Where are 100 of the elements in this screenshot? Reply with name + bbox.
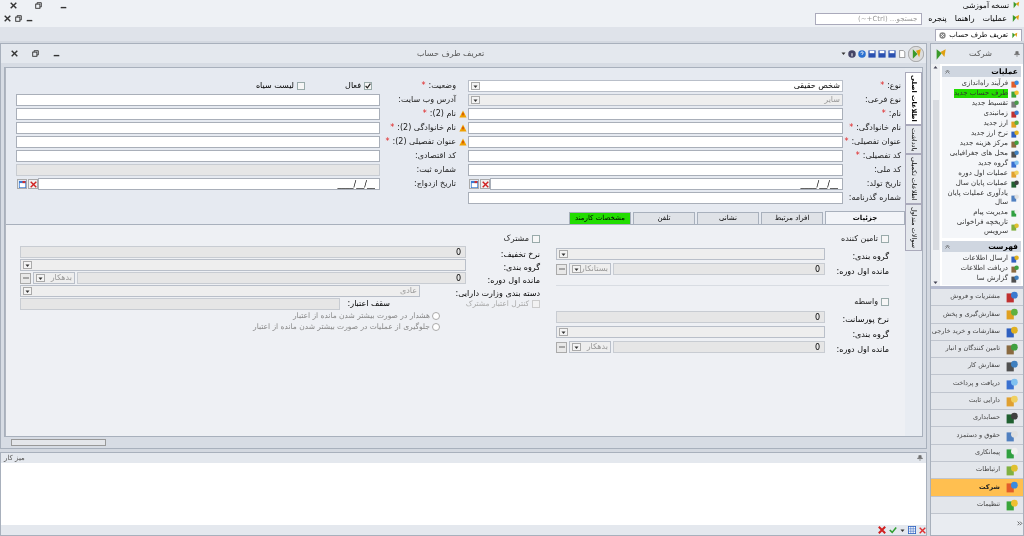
radio-button[interactable]	[432, 312, 440, 320]
caret-icon	[561, 329, 566, 335]
restore-icon[interactable]	[15, 15, 22, 22]
calendar-button[interactable]	[469, 179, 479, 189]
close-icon[interactable]	[10, 1, 17, 9]
checkbox[interactable]	[364, 82, 372, 90]
chevron-icon[interactable]	[1017, 521, 1023, 528]
field-label: آدرس وب سایت:	[398, 94, 456, 106]
field-label: تاریخ تولد:	[866, 178, 901, 190]
required-mark: *	[844, 136, 849, 148]
field-label: نوع:	[887, 80, 901, 92]
text-field[interactable]	[468, 122, 843, 134]
checkbox[interactable]	[297, 82, 306, 90]
caret-icon	[473, 97, 478, 103]
radio-button[interactable]	[432, 323, 440, 331]
info-icon[interactable]	[848, 49, 856, 58]
logo-icon	[1011, 14, 1020, 23]
caret-icon	[473, 83, 478, 89]
text-field[interactable]	[468, 136, 843, 148]
pin-icon[interactable]	[917, 455, 923, 461]
restore-icon[interactable]	[35, 1, 42, 9]
caret-icon	[561, 251, 566, 257]
field-label: تاریخ ازدواج:	[413, 178, 456, 190]
pin-icon[interactable]	[1014, 51, 1020, 57]
item-icon	[1006, 308, 1018, 321]
warning-icon	[459, 124, 467, 132]
checkbox[interactable]	[881, 298, 889, 306]
menu-item[interactable]: پنجره	[924, 12, 951, 25]
clear-button[interactable]	[28, 179, 38, 189]
required-mark: *	[385, 136, 390, 148]
more-button[interactable]	[20, 272, 31, 284]
window-title: تعریف طرف حساب	[416, 47, 485, 60]
required-mark: *	[849, 122, 854, 134]
field-label: نام خانوادگی:	[856, 122, 901, 134]
field-label: نوع فرعی:	[864, 94, 901, 106]
calendar-button[interactable]	[17, 179, 27, 189]
item-icon	[1006, 325, 1018, 338]
menu-item[interactable]: راهنما	[950, 12, 979, 25]
scrollbar[interactable]	[931, 64, 940, 286]
field-label: مانده اول دوره:	[836, 345, 889, 354]
text-field[interactable]	[468, 150, 843, 162]
date-field[interactable]: ____/__/__	[38, 178, 380, 190]
field-label: وضعیت:	[428, 80, 456, 92]
dropdown[interactable]: شخص حقیقی	[468, 80, 843, 92]
restore-icon[interactable]	[32, 50, 39, 57]
field-label: کد ملی:	[874, 164, 901, 176]
item-icon	[1006, 412, 1018, 425]
item-icon	[1006, 394, 1018, 407]
delete-icon[interactable]	[878, 526, 886, 534]
warning-icon	[459, 138, 467, 146]
more-button[interactable]	[556, 341, 567, 353]
required-mark: *	[390, 122, 395, 134]
field-label: عنوان تفصیلی:	[851, 136, 901, 148]
checkbox-label: لیست سیاه	[255, 80, 295, 92]
check-icon[interactable]	[889, 526, 897, 534]
text-field[interactable]	[468, 192, 843, 204]
item-icon	[1006, 343, 1018, 356]
text-field[interactable]	[16, 136, 380, 148]
grid-icon[interactable]	[908, 526, 916, 534]
item-icon	[1006, 291, 1018, 304]
checkbox[interactable]	[532, 235, 540, 243]
date-field[interactable]: ____/__/__	[490, 178, 843, 190]
checkbox-label: واسطه	[854, 296, 878, 308]
text-field[interactable]	[16, 122, 380, 134]
text-field[interactable]: 0	[613, 341, 825, 353]
help-icon[interactable]	[858, 49, 866, 58]
text-field[interactable]	[16, 94, 380, 106]
item-icon	[1006, 464, 1018, 477]
field-label: کد اقتصادی:	[415, 150, 456, 162]
item-icon	[1006, 429, 1018, 442]
horizontal-scrollbar[interactable]	[11, 439, 106, 446]
close-icon	[481, 180, 489, 188]
text-field[interactable]	[16, 108, 380, 120]
field-label: دسته بندی وزارت دارایی:	[455, 289, 540, 298]
more-button[interactable]	[556, 263, 567, 275]
save-icon[interactable]	[888, 49, 896, 58]
text-field[interactable]	[468, 164, 843, 176]
checkbox-label: تامین کننده	[840, 233, 878, 245]
item-icon	[1006, 377, 1018, 390]
field-label: نام (2):	[429, 108, 456, 120]
clear-button[interactable]	[480, 179, 490, 189]
menu-item[interactable]: عملیات	[978, 12, 1011, 25]
item-icon	[1006, 360, 1018, 373]
collapse-icon[interactable]	[945, 69, 950, 74]
close-icon[interactable]	[11, 50, 18, 57]
collapse-icon[interactable]	[945, 244, 950, 249]
save-icon[interactable]	[868, 49, 876, 58]
text-field[interactable]: 0	[613, 263, 825, 275]
text-field[interactable]	[16, 150, 380, 162]
field-label: سقف اعتبار:	[346, 298, 390, 310]
logo-icon	[1011, 32, 1018, 39]
field-label: شماره گذرنامه:	[848, 192, 901, 204]
required-mark: *	[880, 80, 885, 92]
logo-icon	[934, 47, 947, 61]
close-icon[interactable]	[4, 15, 11, 22]
text-field[interactable]: 0	[77, 272, 466, 284]
checkbox[interactable]	[881, 235, 889, 243]
caret-icon	[25, 288, 30, 294]
save-icon[interactable]	[878, 49, 886, 58]
text-field[interactable]	[468, 108, 843, 120]
